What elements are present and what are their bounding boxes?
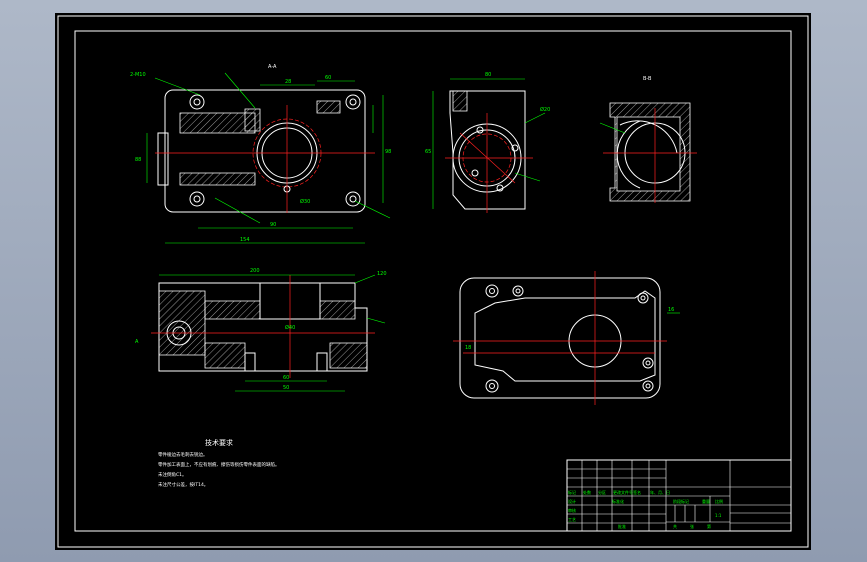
front-view: 154 90 28 60 98 88 2-M10 Ø30 A-A — [130, 64, 391, 244]
dim-bottom-e: 120 — [377, 271, 387, 277]
dim-side-a: 80 — [485, 72, 491, 78]
dim-top-a: 16 — [668, 307, 674, 313]
tb-label-zone: 分区 — [598, 489, 606, 495]
tb-label-change: 更改文件号 — [613, 489, 633, 495]
dim-bottom-d: 50 — [283, 385, 289, 391]
tb-label-count: 处数 — [583, 489, 591, 495]
tb-designer: 设计 — [568, 498, 576, 504]
section-label-bb: B-B — [643, 76, 652, 82]
tb-stage-mark: 阶段标记 — [673, 498, 689, 504]
dim-front-b: 90 — [270, 222, 276, 228]
dim-front-e: 98 — [385, 149, 391, 155]
tb-label-sign: 签名 — [633, 489, 641, 495]
dim-top-b: 18 — [465, 345, 471, 351]
section-label-aa: A-A — [268, 64, 277, 70]
dim-front-a: 154 — [240, 237, 250, 243]
tb-label-date: 年、月、日 — [650, 489, 670, 495]
tb-sheet-no: 第 — [707, 523, 711, 529]
dim-front-g: 2-M10 — [130, 72, 146, 78]
tech-req-line-2: 零件加工表面上，不应有划痕、擦伤等损伤零件表面的缺陷。 — [158, 461, 280, 468]
tb-label-mark: 标记 — [568, 489, 576, 495]
drawing-sheet: 154 90 28 60 98 88 2-M10 Ø30 A-A 80 65 Ø… — [57, 15, 809, 548]
dim-side-c: Ø20 — [540, 106, 550, 113]
tb-standardization: 标准化 — [612, 498, 624, 504]
tech-req-line-3: 未注倒角C1。 — [158, 471, 187, 478]
tech-req-title: 技术要求 — [205, 438, 233, 447]
dim-bottom-c: 60 — [283, 375, 289, 381]
technical-requirements: 技术要求 零件棱边去毛刺去锐边。 零件加工表面上，不应有划痕、擦伤等损伤零件表面… — [158, 438, 280, 488]
dim-side-b: 65 — [425, 149, 431, 155]
dim-front-f: 88 — [135, 157, 141, 163]
tb-scale-value: 1:1 — [715, 513, 722, 518]
title-block: 标记 处数 分区 更改文件号 签名 年、月、日 设计 标准化 阶段标记 重量 比… — [566, 459, 792, 532]
dim-bottom-a: 200 — [250, 268, 260, 274]
dim-bottom-b: Ø40 — [285, 324, 295, 331]
tb-approve: 批准 — [618, 523, 626, 529]
dim-front-c: 28 — [285, 79, 291, 85]
dim-front-h: Ø30 — [300, 198, 310, 205]
cad-drawing-canvas[interactable]: 154 90 28 60 98 88 2-M10 Ø30 A-A 80 65 Ø… — [55, 13, 811, 550]
tb-weight: 重量 — [702, 498, 710, 504]
side-view: 80 65 Ø20 — [425, 72, 550, 213]
section-bb-view: B-B — [599, 76, 697, 203]
tb-sheet-total: 共 — [673, 523, 677, 529]
bottom-section-view: 200 Ø40 60 50 120 A — [135, 268, 387, 392]
tb-sheet-label: 张 — [690, 523, 694, 529]
tb-process: 工艺 — [568, 517, 576, 522]
tech-req-line-4: 未注尺寸公差，按IT14。 — [158, 481, 208, 488]
tb-scale: 比例 — [715, 498, 723, 504]
top-view: 16 18 — [453, 271, 680, 405]
dim-front-d: 60 — [325, 75, 331, 81]
tb-reviewer: 审核 — [568, 507, 576, 513]
datum-label-a: A — [135, 339, 139, 345]
tech-req-line-1: 零件棱边去毛刺去锐边。 — [158, 451, 208, 458]
